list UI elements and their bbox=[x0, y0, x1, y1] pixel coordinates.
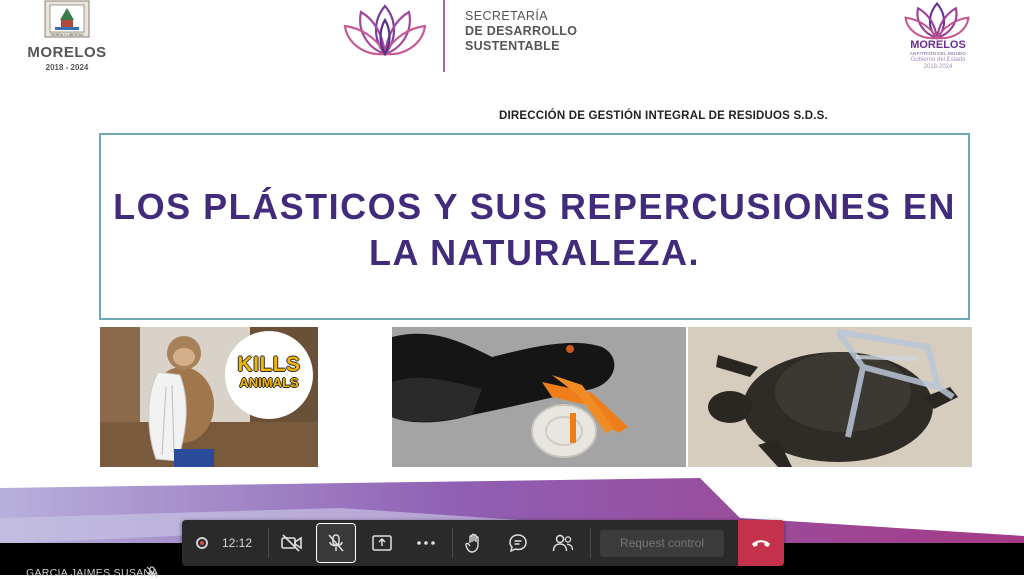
camera-toggle-button[interactable] bbox=[274, 520, 310, 566]
participant-name: GARCIA JAIMES SUSANA bbox=[26, 567, 159, 579]
chat-button[interactable] bbox=[500, 520, 536, 566]
record-button[interactable] bbox=[190, 520, 214, 566]
morelos-right-logo: MORELOS ANFITRIÓN DEL MUNDO Gobierno del… bbox=[898, 0, 978, 74]
raise-hand-button[interactable] bbox=[456, 520, 492, 566]
more-icon bbox=[417, 541, 435, 545]
toolbar-divider bbox=[268, 528, 269, 558]
toolbar-divider bbox=[452, 528, 453, 558]
chat-icon bbox=[509, 534, 527, 553]
share-screen-icon bbox=[372, 535, 392, 551]
share-screen-button[interactable] bbox=[364, 520, 400, 566]
logo-years: 2018-2024 bbox=[923, 64, 953, 70]
logo-name: MORELOS bbox=[910, 39, 966, 51]
photo-monkey: KILLS ANIMALS bbox=[100, 327, 318, 467]
direccion-heading: DIRECCIÓN DE GESTIÓN INTEGRAL DE RESIDUO… bbox=[499, 110, 828, 122]
logo-gov: Gobierno del Estado bbox=[910, 57, 966, 63]
camera-off-icon bbox=[281, 534, 302, 552]
more-options-button[interactable] bbox=[408, 520, 444, 566]
participants-button[interactable] bbox=[544, 520, 582, 566]
toolbar-divider bbox=[590, 528, 591, 558]
photo-bird bbox=[392, 327, 686, 467]
logo-tagline: ANFITRIÓN DEL MUNDO bbox=[909, 51, 967, 56]
record-icon bbox=[196, 537, 208, 549]
hang-up-button[interactable] bbox=[738, 520, 784, 566]
lotus-logo-icon bbox=[904, 1, 970, 40]
raise-hand-icon bbox=[465, 533, 479, 553]
meeting-toolbar: 12:12 Request control bbox=[182, 520, 784, 566]
mic-toggle-icon-wrap[interactable] bbox=[316, 520, 356, 566]
logo-name: MORELOS bbox=[27, 44, 107, 61]
slide-title-box: LOS PLÁSTICOS Y SUS REPERCUSIONES EN LA … bbox=[99, 133, 970, 320]
lotus-logo-icon bbox=[343, 4, 427, 57]
secretaria-name: SECRETARÍA DE DESARROLLO SUSTENTABLE bbox=[465, 9, 578, 53]
morelos-left-logo: TIERRA Y LIBERTAD MORELOS 2018 - 2024 bbox=[26, 0, 108, 74]
header-separator bbox=[443, 0, 445, 72]
request-control-button[interactable]: Request control bbox=[600, 530, 724, 557]
mic-off-icon bbox=[146, 566, 158, 578]
participants-icon bbox=[552, 534, 574, 552]
photo-turtle bbox=[688, 327, 972, 467]
kills-animals-badge: KILLS ANIMALS bbox=[225, 331, 313, 419]
slide-title: LOS PLÁSTICOS Y SUS REPERCUSIONES EN LA … bbox=[113, 185, 956, 273]
svg-text:TIERRA Y LIBERTAD: TIERRA Y LIBERTAD bbox=[50, 33, 84, 37]
hang-up-icon bbox=[752, 540, 770, 547]
logo-years: 2018 - 2024 bbox=[45, 63, 89, 72]
coat-of-arms-icon: TIERRA Y LIBERTAD bbox=[44, 0, 90, 38]
mic-off-icon bbox=[328, 534, 344, 552]
meeting-timer: 12:12 bbox=[221, 536, 253, 550]
